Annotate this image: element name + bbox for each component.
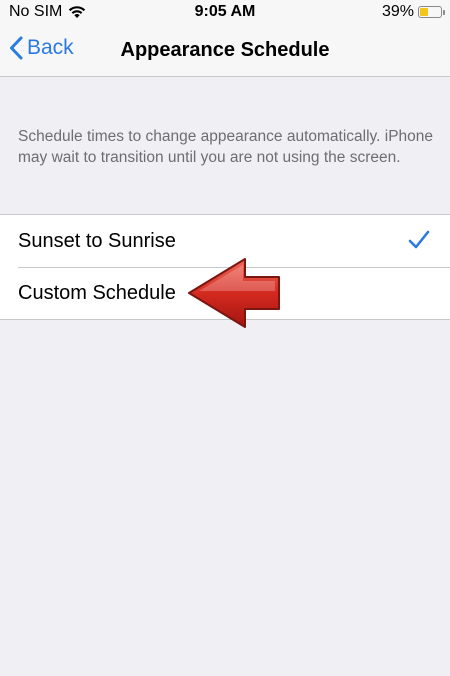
red-arrow-left-icon [188, 258, 280, 328]
page-title: Appearance Schedule [120, 39, 330, 61]
status-bar: No SIM 9:05 AM 39% [0, 0, 450, 26]
option-label: Custom Schedule [18, 282, 176, 304]
status-right: 39% [381, 3, 445, 21]
navigation-bar: Back Appearance Schedule [0, 26, 450, 77]
section-description: Schedule times to change appearance auto… [18, 128, 434, 166]
battery-percent: 39% [381, 3, 414, 20]
battery-fill [420, 8, 428, 16]
option-label: Sunset to Sunrise [18, 230, 176, 252]
battery-icon [418, 6, 445, 18]
checkmark-icon [408, 230, 430, 249]
